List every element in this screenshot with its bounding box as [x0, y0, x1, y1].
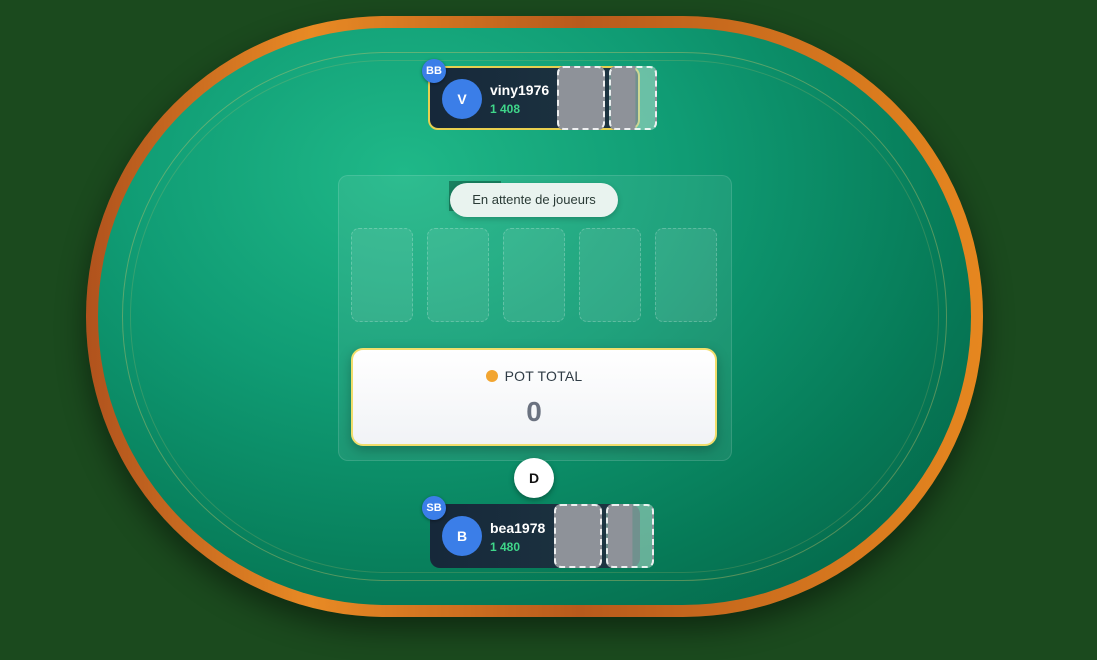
community-card-slot [579, 228, 641, 322]
pot-amount: 0 [526, 396, 542, 427]
player-name: viny1976 [490, 82, 550, 98]
community-card-slot [351, 228, 413, 322]
board-panel: En attente de joueurs POT TOTAL 0 [338, 175, 732, 461]
player-stack: 1 408 [490, 102, 521, 116]
chip-icon [485, 370, 498, 382]
hole-card [606, 504, 654, 568]
pot-label: POT TOTAL [504, 368, 583, 384]
dealer-button: D [514, 458, 554, 498]
poker-stage: V viny1976 1 408 BB En attente de joueur… [0, 0, 1097, 660]
player-name: bea1978 [490, 520, 546, 536]
hole-card [609, 66, 657, 130]
hole-card [554, 504, 602, 568]
pot-box: POT TOTAL 0 [351, 348, 717, 446]
pot-label-row: POT TOTAL [353, 368, 715, 384]
hole-card [557, 66, 605, 130]
avatar: B [442, 516, 482, 556]
avatar: V [442, 79, 482, 119]
community-card-slot [427, 228, 489, 322]
community-card-slot [655, 228, 717, 322]
community-card-slot [503, 228, 565, 322]
big-blind-badge: BB [422, 59, 446, 83]
status-message: En attente de joueurs [450, 183, 618, 217]
small-blind-badge: SB [422, 496, 446, 520]
player-stack: 1 480 [490, 540, 521, 554]
